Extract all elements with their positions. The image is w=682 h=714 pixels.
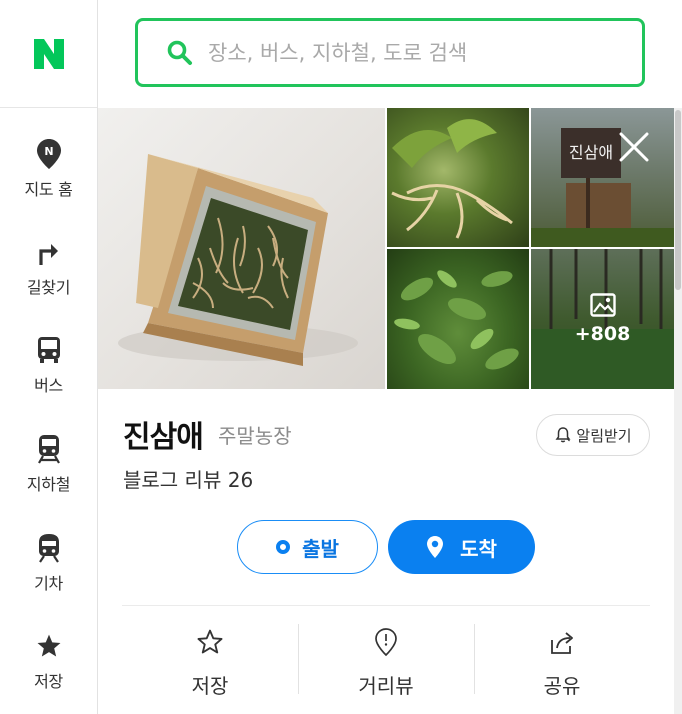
- blog-review-count[interactable]: 블로그 리뷰 26: [123, 464, 253, 493]
- arrive-button[interactable]: 도착: [388, 520, 535, 574]
- place-category: 주말농장: [218, 424, 292, 448]
- nav-item-saved[interactable]: 저장: [0, 610, 97, 709]
- gallery-photo[interactable]: [387, 249, 529, 389]
- nav-item-directions[interactable]: 길찾기: [0, 216, 97, 315]
- origin-dot-icon: [276, 540, 291, 554]
- close-button[interactable]: [617, 130, 651, 164]
- photo-more-count: +808: [574, 323, 631, 345]
- save-action-button[interactable]: 저장: [122, 614, 298, 704]
- street-view-action-button[interactable]: 거리뷰: [298, 614, 474, 704]
- search-input[interactable]: [208, 40, 588, 65]
- train-icon: [34, 532, 64, 564]
- nav-item-subway[interactable]: 지하철: [0, 413, 97, 512]
- search-box[interactable]: [135, 18, 645, 87]
- action-label: 거리뷰: [358, 674, 414, 698]
- more-photos-overlay[interactable]: +808: [531, 249, 674, 389]
- svg-text:N: N: [44, 145, 53, 158]
- close-icon: [619, 132, 649, 162]
- share-action-button[interactable]: 공유: [474, 614, 650, 704]
- start-label: 출발: [302, 536, 339, 561]
- alarm-label: 알림받기: [576, 426, 632, 445]
- search-icon: [167, 40, 192, 65]
- divider: [122, 605, 650, 606]
- nav-label: 기차: [34, 574, 63, 593]
- action-label: 저장: [191, 674, 229, 698]
- gallery-photo[interactable]: 진삼애: [531, 108, 674, 247]
- naver-logo[interactable]: [0, 0, 97, 108]
- route-arrow-icon: [34, 236, 64, 268]
- scrollbar-thumb[interactable]: [675, 110, 681, 290]
- naver-logo-icon: [33, 38, 64, 69]
- nav-item-train[interactable]: 기차: [0, 512, 97, 611]
- nav-label: 지하철: [26, 475, 71, 494]
- subway-icon: [34, 433, 64, 465]
- star-icon: [34, 630, 64, 662]
- left-nav: N 지도 홈 길찾기 버스 지하철 기차 저장: [0, 0, 98, 714]
- gallery-photo[interactable]: [387, 108, 529, 247]
- destination-pin-icon: [427, 536, 444, 558]
- street-view-icon: [370, 626, 402, 658]
- bell-icon: [555, 427, 571, 443]
- photo-gallery: 진삼애 +808: [98, 108, 674, 389]
- nav-item-bus[interactable]: 버스: [0, 314, 97, 413]
- alarm-button[interactable]: 알림받기: [536, 414, 650, 456]
- panel-scrollbar[interactable]: [674, 108, 682, 714]
- main-photo[interactable]: [98, 108, 385, 389]
- bus-icon: [34, 334, 64, 366]
- nav-item-map-home[interactable]: N 지도 홈: [0, 118, 97, 217]
- nav-label: 길찾기: [26, 278, 71, 297]
- share-icon: [546, 626, 578, 658]
- star-outline-icon: [194, 626, 226, 658]
- image-icon: [589, 293, 616, 317]
- arrive-label: 도착: [460, 536, 497, 561]
- start-button[interactable]: 출발: [237, 520, 378, 574]
- nav-label: 지도 홈: [24, 180, 73, 199]
- place-name: 진삼애: [123, 420, 204, 455]
- place-panel: 진삼애 +808 진삼애 주말농장 블로그 리뷰 26 알림받기 출발 도착 저…: [98, 108, 682, 714]
- action-label: 공유: [543, 674, 581, 698]
- map-pin-icon: N: [34, 138, 64, 170]
- nav-label: 버스: [34, 376, 63, 395]
- svg-text:진삼애: 진삼애: [569, 143, 613, 162]
- nav-label: 저장: [34, 672, 63, 691]
